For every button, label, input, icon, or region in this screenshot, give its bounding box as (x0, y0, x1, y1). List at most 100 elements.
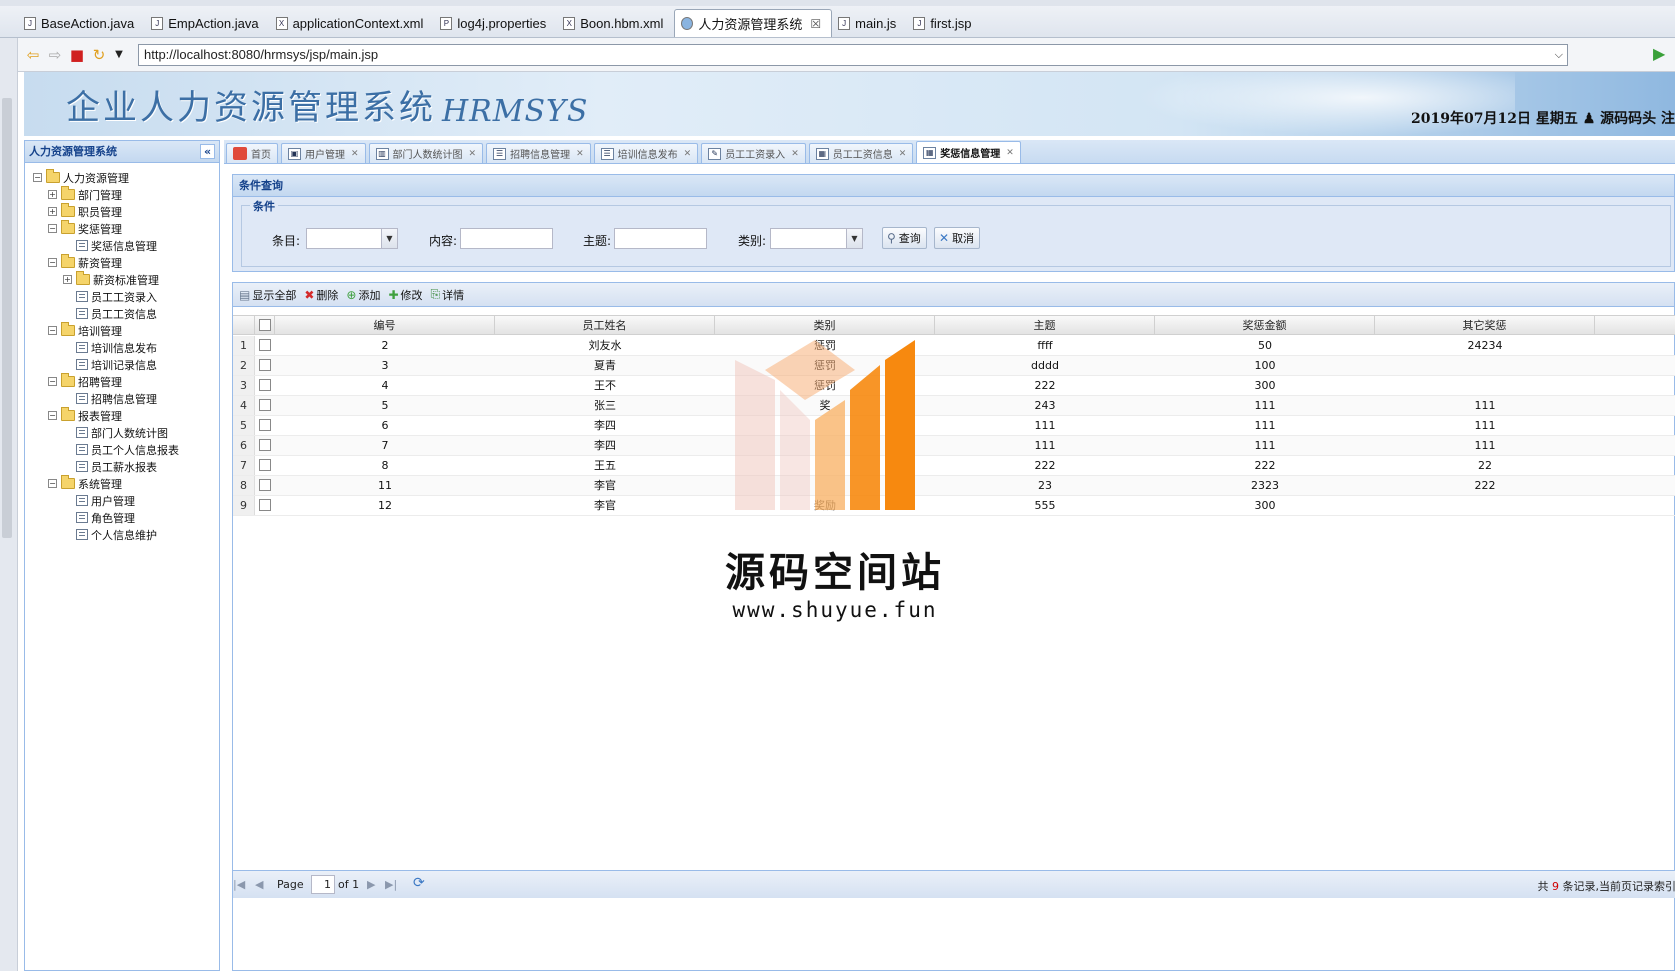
url-dropdown-icon[interactable]: ⌵ (1555, 45, 1563, 65)
tree-item[interactable]: 员工个人信息报表 (63, 441, 179, 458)
select-all-checkbox[interactable] (258, 319, 271, 331)
editor-tab-7[interactable]: Jfirst.jsp (907, 9, 982, 37)
tab-close-icon[interactable]: ✕ (899, 149, 907, 159)
main-tab-0[interactable]: 首页 (226, 143, 278, 163)
content-input[interactable] (460, 228, 553, 249)
forward-arrow-icon[interactable]: ⇨ (46, 46, 64, 64)
chevron-down-icon[interactable]: ▼ (846, 229, 862, 248)
tree-item[interactable]: 角色管理 (63, 509, 135, 526)
prev-page-icon[interactable]: ◀ (255, 878, 263, 891)
header-select-all[interactable] (255, 316, 275, 335)
cancel-button[interactable]: ✕ 取消 (934, 227, 981, 249)
tree-item[interactable]: 部门人数统计图 (63, 424, 168, 441)
refresh-icon[interactable]: ⟳ (413, 875, 425, 891)
tree-item[interactable]: 员工工资录入 (63, 288, 157, 305)
tree-item[interactable]: 用户管理 (63, 492, 135, 509)
detail-button[interactable]: ⎘ 详情 (431, 287, 465, 303)
main-tab-7[interactable]: ▦ 奖惩信息管理 ✕ (916, 141, 1021, 163)
main-tab-1[interactable]: ▣ 用户管理 ✕ (281, 143, 366, 163)
row-checkbox[interactable] (259, 359, 271, 371)
tree-item[interactable]: + 职员管理 (48, 203, 122, 220)
row-checkbox[interactable] (259, 399, 271, 411)
delete-button[interactable]: ✖ 删除 (304, 287, 338, 303)
table-row[interactable]: 7 8 王五 222 222 22 (233, 456, 1675, 476)
table-row[interactable]: 6 7 李四 111 111 111 (233, 436, 1675, 456)
main-tab-2[interactable]: ▥ 部门人数统计图 ✕ (368, 143, 484, 163)
next-page-icon[interactable]: ▶ (367, 878, 375, 891)
main-tab-3[interactable]: ☰ 招聘信息管理 ✕ (486, 143, 591, 163)
tree-item[interactable]: 招聘信息管理 (63, 390, 157, 407)
tree-item[interactable]: 奖惩信息管理 (63, 237, 157, 254)
table-row[interactable]: 5 6 李四 111 111 111 (233, 416, 1675, 436)
tree-item[interactable]: − 培训管理 (48, 322, 122, 339)
main-tab-4[interactable]: ☰ 培训信息发布 ✕ (593, 143, 699, 163)
first-page-icon[interactable]: |◀ (233, 878, 245, 891)
collapse-toggle-icon[interactable]: − (33, 173, 42, 182)
edit-button[interactable]: ✚ 修改 (388, 287, 422, 303)
table-row[interactable]: 8 11 李官 23 2323 222 (233, 476, 1675, 496)
tree-item[interactable]: 个人信息维护 (63, 526, 157, 543)
editor-tab-1[interactable]: J EmpAction.java (145, 9, 269, 37)
tree-item[interactable]: − 人力资源管理 (33, 169, 129, 186)
row-checkbox[interactable] (259, 339, 271, 351)
tree-item[interactable]: 培训记录信息 (63, 356, 157, 373)
table-row[interactable]: 1 2 刘友水 惩罚 ffff 50 24234 (233, 336, 1675, 356)
header-other[interactable]: 其它奖惩 (1375, 316, 1595, 335)
stop-icon[interactable]: ■ (68, 46, 86, 64)
go-play-icon[interactable]: ▶ (1653, 46, 1669, 62)
tab-close-icon[interactable]: ✕ (1006, 148, 1014, 158)
row-select-cell[interactable] (255, 476, 275, 495)
topic-input[interactable] (614, 228, 707, 249)
tab-close-icon[interactable]: ✕ (351, 149, 359, 159)
expand-toggle-icon[interactable]: + (63, 275, 72, 284)
close-icon[interactable]: ☒ (810, 17, 821, 31)
row-select-cell[interactable] (255, 376, 275, 395)
row-checkbox[interactable] (259, 479, 271, 491)
tree-item[interactable]: 员工薪水报表 (63, 458, 157, 475)
expand-toggle-icon[interactable]: + (48, 190, 57, 199)
item-combo[interactable]: ▼ (306, 228, 398, 249)
row-checkbox[interactable] (259, 439, 271, 451)
editor-tab-2[interactable]: XapplicationContext.xml (270, 9, 435, 37)
header-name[interactable]: 员工姓名 (495, 316, 715, 335)
collapse-toggle-icon[interactable]: − (48, 224, 57, 233)
tree-item[interactable]: + 部门管理 (48, 186, 122, 203)
tab-close-icon[interactable]: ✕ (576, 149, 584, 159)
table-row[interactable]: 4 5 张三奖 243 111 111 (233, 396, 1675, 416)
header-id[interactable]: 编号 (275, 316, 495, 335)
search-button[interactable]: ⚲ 查询 (882, 227, 927, 249)
tab-close-icon[interactable]: ✕ (791, 149, 799, 159)
category-combo[interactable]: ▼ (770, 228, 863, 249)
tree-item[interactable]: − 报表管理 (48, 407, 122, 424)
row-checkbox[interactable] (259, 459, 271, 471)
row-checkbox[interactable] (259, 419, 271, 431)
collapse-toggle-icon[interactable]: − (48, 411, 57, 420)
header-amount[interactable]: 奖惩金额 (1155, 316, 1375, 335)
main-tab-6[interactable]: ▦ 员工工资信息 ✕ (808, 143, 914, 163)
row-select-cell[interactable] (255, 456, 275, 475)
add-button[interactable]: ⊕ 添加 (346, 287, 380, 303)
row-select-cell[interactable] (255, 416, 275, 435)
url-input[interactable]: http://localhost:8080/hrmsys/jsp/main.js… (138, 44, 1568, 66)
table-row[interactable]: 34王不惩罚222300 (233, 376, 1675, 396)
tree-item[interactable]: − 薪资管理 (48, 254, 122, 271)
tree-item[interactable]: − 奖惩管理 (48, 220, 122, 237)
row-select-cell[interactable] (255, 396, 275, 415)
tree-item[interactable]: 员工工资信息 (63, 305, 157, 322)
header-topic[interactable]: 主题 (935, 316, 1155, 335)
row-checkbox[interactable] (259, 379, 271, 391)
refresh-icon[interactable]: ↻ (90, 46, 108, 64)
editor-tab-0[interactable]: J BaseAction.java (18, 9, 145, 37)
row-checkbox[interactable] (259, 499, 271, 511)
collapse-toggle-icon[interactable]: − (48, 479, 57, 488)
header-type[interactable]: 类别 (715, 316, 935, 335)
editor-tab-4[interactable]: X Boon.hbm.xml (557, 9, 674, 37)
last-page-icon[interactable]: ▶| (385, 878, 397, 891)
back-arrow-icon[interactable]: ⇦ (24, 46, 42, 64)
editor-tab-5[interactable]: 人力资源管理系统 ☒ (674, 9, 833, 37)
main-tab-5[interactable]: ✎ 员工工资录入 ✕ (701, 143, 806, 163)
tree-item[interactable]: + 薪资标准管理 (63, 271, 159, 288)
row-select-cell[interactable] (255, 496, 275, 515)
tree-item[interactable]: 培训信息发布 (63, 339, 157, 356)
history-dropdown-icon[interactable]: ▼ (110, 46, 128, 64)
